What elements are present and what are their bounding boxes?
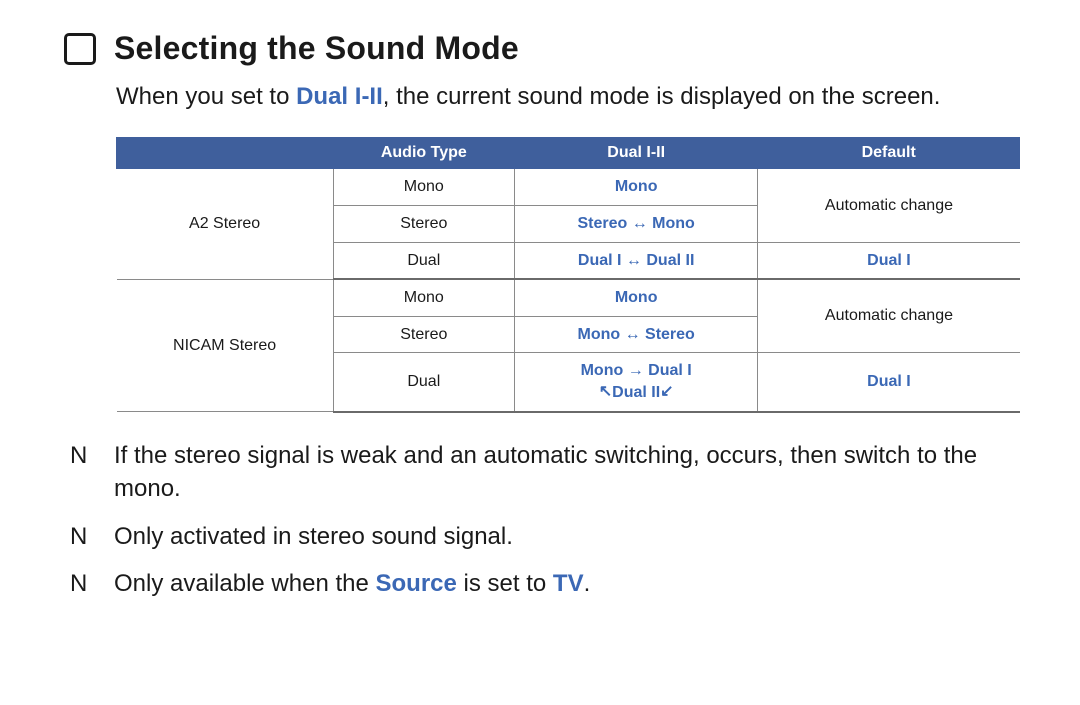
nicam-r3-dual-line1: Mono → Dual I	[581, 362, 692, 379]
note-item: N Only available when the Source is set …	[116, 567, 1020, 601]
nicam-r1-audio: Mono	[333, 279, 514, 316]
nicam-r3-audio: Dual	[333, 353, 514, 412]
note-item: N If the stereo signal is weak and an au…	[116, 439, 1020, 506]
a2-r2-audio: Stereo	[333, 205, 514, 242]
section-icon	[64, 33, 96, 65]
a2-r1-dual: Mono	[514, 169, 758, 206]
th-audio-type: Audio Type	[333, 138, 514, 169]
th-blank	[117, 138, 334, 169]
sound-mode-table: Audio Type Dual I-II Default A2 Stereo M…	[116, 137, 1020, 412]
intro-dual-term: Dual I-II	[296, 83, 383, 110]
a2-r2-dual: Stereo ↔ Mono	[514, 205, 758, 242]
a2-default-auto: Automatic change	[758, 169, 1020, 242]
th-dual: Dual I-II	[514, 138, 758, 169]
th-default: Default	[758, 138, 1020, 169]
note-marker-icon: N	[70, 439, 90, 473]
intro-suffix: , the current sound mode is displayed on…	[383, 83, 941, 110]
note-marker-icon: N	[70, 520, 90, 554]
nicam-r2-dual: Mono ↔ Stereo	[514, 316, 758, 353]
note-text: If the stereo signal is weak and an auto…	[114, 439, 1020, 506]
nicam-r3-dual: Mono → Dual I ↖ Dual II ↙	[514, 353, 758, 412]
a2-r1-audio: Mono	[333, 169, 514, 206]
page-title: Selecting the Sound Mode	[114, 30, 519, 67]
a2-label: A2 Stereo	[117, 169, 334, 279]
a2-r3-audio: Dual	[333, 242, 514, 279]
intro-paragraph: When you set to Dual I-II, the current s…	[116, 81, 1020, 113]
table-row: NICAM Stereo Mono Mono Automatic change	[117, 279, 1020, 316]
note3-tv: TV	[553, 570, 584, 597]
nicam-r1-dual: Mono	[514, 279, 758, 316]
note-marker-icon: N	[70, 567, 90, 601]
note3-suffix: .	[584, 570, 591, 597]
nicam-r2-audio: Stereo	[333, 316, 514, 353]
nicam-r3-dual-line2-mid: Dual II	[612, 384, 660, 401]
table-row: A2 Stereo Mono Mono Automatic change	[117, 169, 1020, 206]
note-item: N Only activated in stereo sound signal.	[116, 520, 1020, 554]
note3-prefix: Only available when the	[114, 570, 376, 597]
a2-r3-dual: Dual I ↔ Dual II	[514, 242, 758, 279]
note-text: Only activated in stereo sound signal.	[114, 520, 513, 554]
note3-mid: is set to	[457, 570, 553, 597]
note-text: Only available when the Source is set to…	[114, 567, 590, 601]
note3-source: Source	[376, 570, 457, 597]
nicam-r3-default: Dual I	[758, 353, 1020, 412]
nicam-default-auto: Automatic change	[758, 279, 1020, 353]
a2-r3-default: Dual I	[758, 242, 1020, 279]
notes-list: N If the stereo signal is weak and an au…	[116, 439, 1020, 601]
arrow-up-left-icon: ↖	[599, 381, 612, 403]
intro-prefix: When you set to	[116, 83, 296, 110]
arrow-down-left-icon: ↙	[660, 381, 673, 403]
nicam-label: NICAM Stereo	[117, 279, 334, 411]
